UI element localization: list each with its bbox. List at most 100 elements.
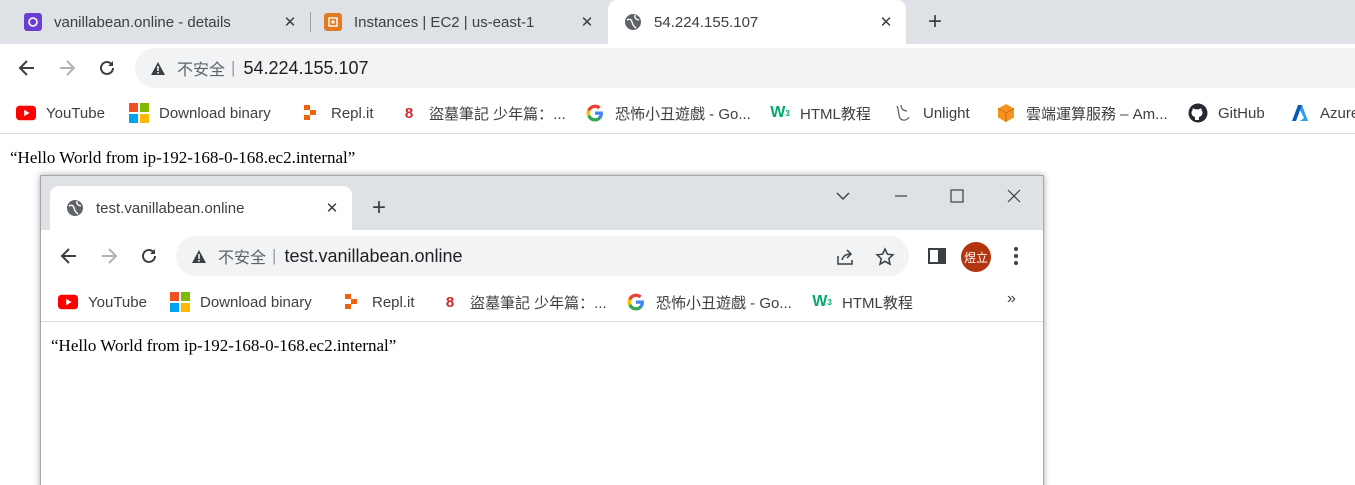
globe-icon — [66, 199, 84, 217]
bookmark-clown-game[interactable]: 恐怖小丑遊戲 - Go... — [626, 291, 792, 313]
page-content-text: “Hello World from ip-192-168-0-168.ec2.i… — [10, 148, 356, 167]
bookmark-replit[interactable]: Repl.it — [301, 102, 374, 124]
close-window-button[interactable] — [999, 182, 1029, 210]
tab-title: test.vanillabean.online — [96, 199, 245, 217]
replit-icon — [301, 103, 321, 123]
bookmark-daomu[interactable]: 8 盜墓筆記 少年篇：... — [440, 291, 607, 313]
bookmark-html-tutorial[interactable]: W3 HTML教程 — [812, 291, 913, 313]
divider: | — [231, 58, 236, 77]
forward-button[interactable] — [53, 54, 81, 82]
bookmark-label: 盜墓筆記 少年篇：... — [429, 105, 566, 123]
bookmark-label: Unlight — [923, 104, 970, 122]
tab-ip-address[interactable]: 54.224.155.107 ✕ — [608, 0, 906, 44]
bookmark-html-tutorial[interactable]: W3 HTML教程 — [770, 102, 871, 124]
figure-8-icon: 8 — [404, 104, 414, 122]
youtube-icon — [58, 292, 78, 312]
minimize-button[interactable] — [886, 182, 916, 210]
new-tab-button[interactable]: + — [921, 8, 949, 36]
tab-title: Instances | EC2 | us-east-1 — [354, 13, 535, 31]
bookmarks-bar: YouTube Download binary Repl.it 8 盜墓筆記 少… — [41, 282, 1043, 322]
maximize-button[interactable] — [942, 182, 972, 210]
reload-button[interactable] — [135, 242, 163, 270]
more-bookmarks-button[interactable]: » — [1007, 290, 1016, 308]
bookmark-label: Repl.it — [331, 104, 374, 122]
address-bar[interactable]: 不安全 | test.vanillabean.online — [176, 236, 909, 276]
bookmark-replit[interactable]: Repl.it — [342, 291, 415, 313]
window-tab-strip: test.vanillabean.online ✕ + — [41, 176, 1043, 230]
arrow-right-icon — [102, 248, 118, 264]
close-icon[interactable]: ✕ — [280, 12, 300, 32]
bookmark-label: HTML教程 — [842, 294, 913, 312]
share-icon[interactable] — [834, 246, 856, 268]
menu-button[interactable] — [1002, 242, 1030, 270]
warning-icon[interactable] — [149, 59, 167, 77]
w3-icon: W3 — [812, 293, 832, 310]
back-button[interactable] — [55, 242, 83, 270]
bookmark-github[interactable]: GitHub — [1188, 102, 1265, 124]
bookmark-download-binary[interactable]: Download binary — [129, 102, 271, 124]
page-content-text: “Hello World from ip-192-168-0-168.ec2.i… — [51, 336, 397, 355]
navigation-toolbar: 不安全 | 54.224.155.107 — [0, 44, 1355, 92]
address-bar[interactable]: 不安全 | 54.224.155.107 — [135, 48, 1355, 88]
close-icon[interactable]: ✕ — [577, 12, 597, 32]
star-icon[interactable] — [874, 246, 896, 268]
bookmark-label: GitHub — [1218, 104, 1265, 122]
github-icon — [1188, 103, 1208, 123]
chevron-down-icon — [836, 192, 850, 200]
bookmark-label: 盜墓筆記 少年篇：... — [470, 294, 607, 312]
reload-icon — [100, 60, 114, 75]
tab-title: vanillabean.online - details — [54, 13, 231, 31]
tab-vanillabean-details[interactable]: vanillabean.online - details ✕ — [14, 0, 310, 44]
security-label: 不安全 — [177, 62, 226, 79]
app-icon — [24, 13, 42, 31]
w3-icon: W3 — [770, 104, 790, 121]
side-panel-button[interactable] — [923, 242, 951, 270]
popup-browser-window: test.vanillabean.online ✕ + 不安全 | test.v… — [40, 175, 1044, 485]
close-icon[interactable]: ✕ — [322, 198, 342, 218]
bookmark-label: YouTube — [46, 104, 105, 122]
bookmark-label: Repl.it — [372, 293, 415, 311]
tab-divider — [310, 12, 311, 32]
bookmark-aws-cloud[interactable]: 雲端運算服務 – Am... — [996, 102, 1168, 124]
tab-test-vanillabean[interactable]: test.vanillabean.online ✕ — [50, 186, 352, 230]
windows-icon — [170, 292, 190, 312]
bookmark-label: YouTube — [88, 293, 147, 311]
tab-search-button[interactable] — [828, 182, 858, 210]
bookmark-label: HTML教程 — [800, 105, 871, 123]
bookmark-azure[interactable]: Azure — [1290, 102, 1355, 124]
minimize-icon — [895, 195, 907, 197]
aws-cube-icon — [996, 103, 1016, 123]
unlight-icon — [893, 103, 913, 123]
bookmark-unlight[interactable]: Unlight — [893, 102, 970, 124]
arrow-right-icon — [60, 60, 76, 76]
globe-icon — [624, 13, 642, 31]
close-icon[interactable]: ✕ — [876, 12, 896, 32]
side-panel-icon — [928, 248, 946, 264]
arrow-left-icon — [60, 248, 76, 264]
tab-title: 54.224.155.107 — [654, 13, 759, 31]
url-text[interactable]: test.vanillabean.online — [284, 246, 462, 267]
maximize-icon — [950, 189, 964, 203]
new-tab-button[interactable]: + — [364, 193, 394, 223]
forward-button[interactable] — [95, 242, 123, 270]
bookmark-label: Download binary — [159, 104, 271, 122]
window-navigation-toolbar: 不安全 | test.vanillabean.online 煜立 — [41, 230, 1043, 282]
google-icon — [626, 292, 646, 312]
tab-ec2-instances[interactable]: Instances | EC2 | us-east-1 ✕ — [314, 0, 607, 44]
profile-avatar[interactable]: 煜立 — [961, 242, 991, 272]
bookmark-youtube[interactable]: YouTube — [16, 102, 105, 124]
figure-8-icon: 8 — [445, 293, 455, 311]
reload-button[interactable] — [93, 54, 121, 82]
azure-icon — [1290, 103, 1310, 123]
bookmark-label: 雲端運算服務 – Am... — [1026, 105, 1168, 123]
bookmark-daomu[interactable]: 8 盜墓筆記 少年篇：... — [399, 102, 566, 124]
warning-icon[interactable] — [190, 247, 208, 265]
bookmark-download-binary[interactable]: Download binary — [170, 291, 312, 313]
bookmark-label: Azure — [1320, 104, 1355, 122]
url-text[interactable]: 54.224.155.107 — [243, 58, 368, 79]
back-button[interactable] — [13, 54, 41, 82]
close-icon — [1007, 189, 1021, 203]
bookmarks-bar: YouTube Download binary Repl.it 8 盜墓筆記 少… — [0, 92, 1355, 134]
bookmark-clown-game[interactable]: 恐怖小丑遊戲 - Go... — [585, 102, 751, 124]
bookmark-youtube[interactable]: YouTube — [58, 291, 147, 313]
